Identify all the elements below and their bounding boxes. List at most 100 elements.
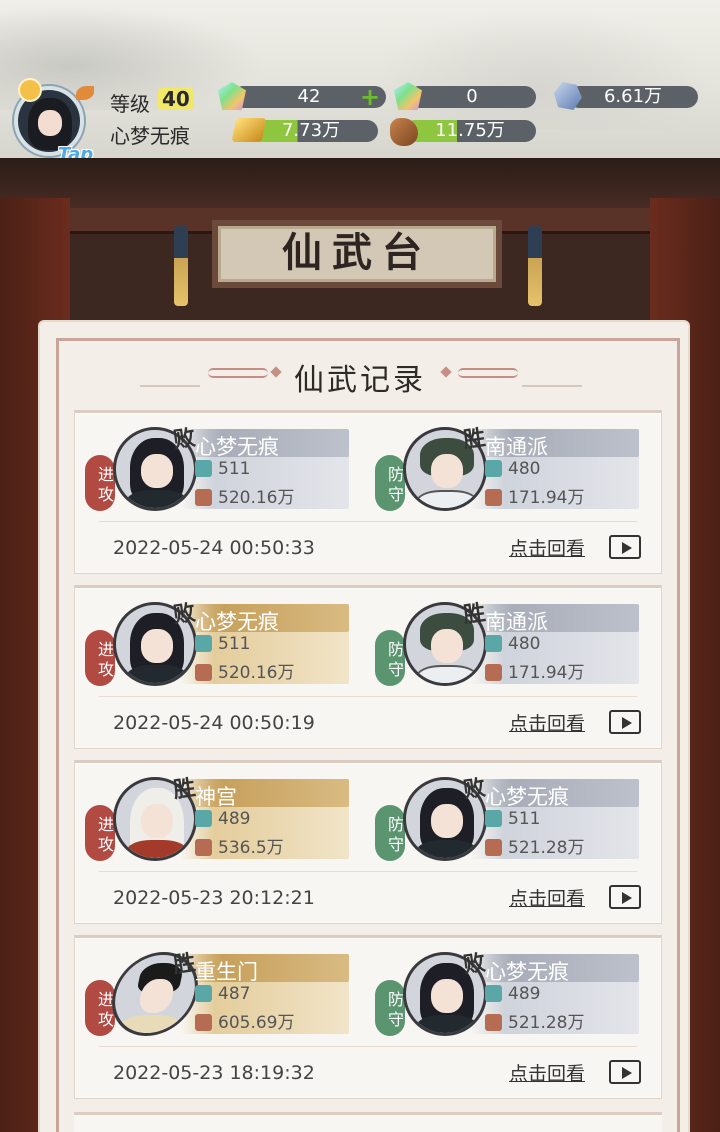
power-value: 536.5万	[218, 838, 284, 858]
level-value: 480	[508, 459, 541, 479]
power-stat: 520.16万	[195, 483, 294, 508]
attacker-side: 进攻 胜 神宫 489 536.5万	[85, 775, 349, 869]
replay-link[interactable]: 点击回看	[509, 534, 585, 561]
battle-record-card: 进攻 胜 神宫 489 536.5万 防守 败 心梦无痕 511 521.28万…	[74, 760, 662, 924]
level-bar-icon	[195, 460, 212, 477]
roof-beam	[0, 158, 720, 214]
battle-time: 2022-05-24 00:50:33	[113, 537, 315, 559]
play-video-icon[interactable]	[609, 535, 641, 559]
role-badge-defend: 防守	[375, 805, 405, 861]
resource-wood[interactable]: 11.75万	[404, 120, 536, 142]
panel-title: 仙武记录	[294, 363, 426, 398]
wood-log-icon	[390, 118, 418, 146]
level-value: 511	[508, 809, 541, 829]
player-name: 心梦无痕	[110, 124, 190, 148]
battle-record-card: 进攻 败 心梦无痕 511 520.16万 防守 胜 南通派 480 171.9…	[74, 585, 662, 749]
play-video-icon[interactable]	[609, 710, 641, 734]
plaque-text: 仙武台	[282, 229, 432, 276]
play-video-icon[interactable]	[609, 1060, 641, 1084]
resource-value: 42	[297, 86, 321, 107]
level-stat: 511	[485, 809, 540, 829]
card-divider	[99, 521, 637, 522]
sun-icon	[20, 80, 40, 100]
power-value: 521.28万	[508, 1013, 585, 1033]
title-divider	[522, 385, 582, 387]
player-hud: Tap 等级 40 心梦无痕 42 + 0 6.61万 7.73万 11.75万	[0, 78, 720, 165]
battle-time: 2022-05-23 18:19:32	[113, 1062, 315, 1084]
card-divider	[99, 696, 637, 697]
player-name: 南通派	[485, 435, 548, 459]
defender-side: 防守 败 心梦无痕 511 521.28万	[375, 775, 639, 869]
result-tag: 败	[461, 949, 487, 979]
level-bar-icon	[195, 635, 212, 652]
power-value: 605.69万	[218, 1013, 295, 1033]
power-stat: 520.16万	[195, 658, 294, 683]
power-icon	[195, 1014, 212, 1031]
battle-time: 2022-05-23 20:12:21	[113, 887, 315, 909]
level-value: 489	[218, 809, 251, 829]
level-value: 487	[218, 984, 251, 1004]
power-stat: 171.94万	[485, 483, 584, 508]
role-badge-defend: 防守	[375, 980, 405, 1036]
attacker-side: 进攻 败 心梦无痕 511 520.16万	[85, 425, 349, 519]
cloud-ornament-right	[458, 368, 518, 378]
result-tag: 败	[171, 424, 197, 454]
power-value: 171.94万	[508, 488, 585, 508]
power-stat: 521.28万	[485, 1008, 584, 1033]
defender-side: 防守 胜 南通派 480 171.94万	[375, 600, 639, 694]
level-value: 511	[218, 459, 251, 479]
tassel-left	[174, 226, 188, 306]
attacker-side: 进攻 败 心梦无痕 511 520.16万	[85, 600, 349, 694]
level-value: 480	[508, 634, 541, 654]
tassel-right	[528, 226, 542, 306]
player-name: 心梦无痕	[485, 785, 569, 809]
power-icon	[485, 1014, 502, 1031]
power-stat: 605.69万	[195, 1008, 294, 1033]
level-bar-icon	[485, 810, 502, 827]
level-bar-icon	[485, 460, 502, 477]
power-icon	[195, 489, 212, 506]
attacker-side: 进攻 胜 重生门 487 605.69万	[85, 950, 349, 1044]
resource-spirit-stone[interactable]: 6.61万	[568, 86, 698, 108]
card-divider	[99, 1046, 637, 1047]
level-stat: 511	[195, 634, 250, 654]
power-stat: 536.5万	[195, 833, 284, 858]
play-video-icon[interactable]	[609, 885, 641, 909]
defender-side: 防守 胜 南通派 480 171.94万	[375, 425, 639, 519]
replay-link[interactable]: 点击回看	[509, 1059, 585, 1086]
player-name: 南通派	[485, 610, 548, 634]
role-badge-defend: 防守	[375, 630, 405, 686]
power-icon	[195, 664, 212, 681]
result-tag: 胜	[171, 774, 197, 804]
replay-link[interactable]: 点击回看	[509, 709, 585, 736]
power-icon	[485, 839, 502, 856]
level-bar-icon	[485, 635, 502, 652]
role-badge-defend: 防守	[375, 455, 405, 511]
player-name: 心梦无痕	[195, 435, 279, 459]
player-name: 心梦无痕	[485, 960, 569, 984]
result-tag: 胜	[461, 599, 487, 629]
power-icon	[485, 489, 502, 506]
battle-record-card: 进攻 败 心梦无痕 511 520.16万 防守 胜 南通派 480 171.9…	[74, 410, 662, 574]
level-stat: 511	[195, 459, 250, 479]
role-badge-attack: 进攻	[85, 805, 115, 861]
arena-plaque: 仙武台	[212, 220, 502, 288]
level-label: 等级	[110, 92, 150, 116]
level-stat: 489	[195, 809, 250, 829]
add-gem-button[interactable]: +	[360, 85, 380, 109]
power-value: 520.16万	[218, 663, 295, 683]
player-name: 重生门	[195, 960, 258, 984]
defender-side: 防守 败 心梦无痕 489 521.28万	[375, 950, 639, 1044]
battle-record-card: 进攻 胜 重生门 487 605.69万 防守 败 心梦无痕 489 521.2…	[74, 935, 662, 1099]
power-icon	[195, 839, 212, 856]
level-bar-icon	[195, 985, 212, 1002]
level-stat: 489	[485, 984, 540, 1004]
result-tag: 败	[171, 599, 197, 629]
power-stat: 171.94万	[485, 658, 584, 683]
replay-link[interactable]: 点击回看	[509, 884, 585, 911]
resource-gift-gem[interactable]: 0	[408, 86, 536, 108]
level-value: 489	[508, 984, 541, 1004]
battle-time: 2022-05-24 00:50:19	[113, 712, 315, 734]
power-stat: 521.28万	[485, 833, 584, 858]
role-badge-attack: 进攻	[85, 630, 115, 686]
